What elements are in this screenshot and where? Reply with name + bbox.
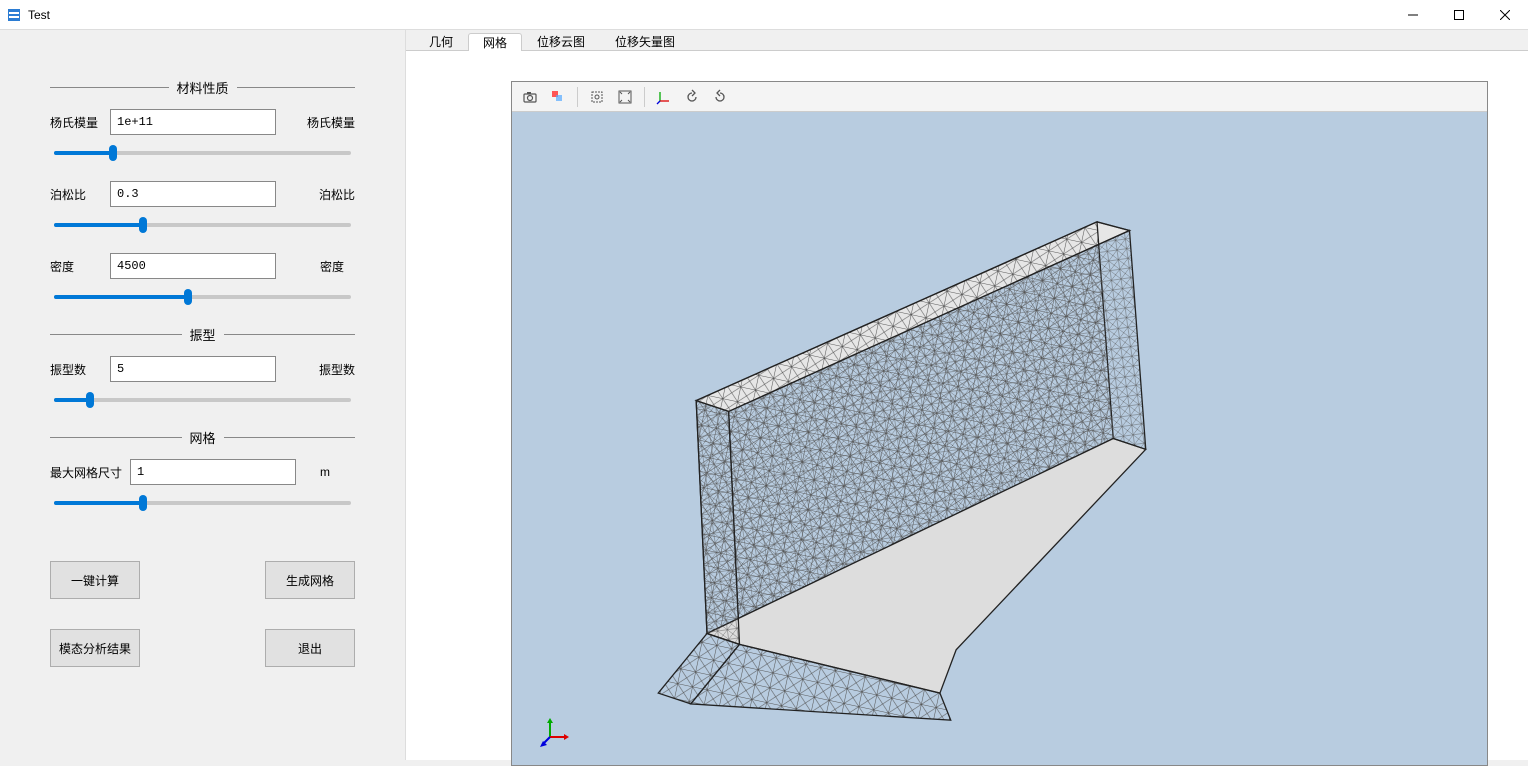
- tab-contour[interactable]: 位移云图: [522, 32, 600, 50]
- input-poisson[interactable]: [110, 181, 276, 207]
- suffix-density: 密度: [305, 258, 355, 275]
- zoom-area-icon[interactable]: [585, 85, 609, 109]
- window-title: Test: [28, 8, 1390, 22]
- input-max-mesh[interactable]: [130, 459, 296, 485]
- transparency-icon[interactable]: [546, 85, 570, 109]
- axis-triad-icon: [540, 717, 570, 747]
- slider-poisson[interactable]: [54, 215, 351, 233]
- rotate-right-icon[interactable]: [708, 85, 732, 109]
- tab-geometry[interactable]: 几何: [414, 32, 468, 50]
- suffix-poisson: 泊松比: [304, 186, 355, 203]
- section-mesh: 网格: [50, 428, 355, 447]
- viewport[interactable]: [511, 81, 1488, 766]
- label-density: 密度: [50, 258, 110, 275]
- gen-mesh-button[interactable]: 生成网格: [265, 561, 355, 599]
- input-youngs-modulus[interactable]: [110, 109, 276, 135]
- axes-icon[interactable]: [652, 85, 676, 109]
- content-area: 几何 网格 位移云图 位移矢量图: [405, 30, 1528, 760]
- tab-mesh[interactable]: 网格: [468, 33, 522, 51]
- side-panel: 材料性质 杨氏模量 杨氏模量 泊松比 泊松比 密度 密度 振型: [0, 30, 405, 760]
- camera-icon[interactable]: [518, 85, 542, 109]
- section-material: 材料性质: [50, 78, 355, 97]
- suffix-mode-count: 振型数: [304, 361, 355, 378]
- suffix-max-mesh: m: [305, 465, 355, 479]
- label-poisson: 泊松比: [50, 186, 110, 203]
- modal-results-button[interactable]: 模态分析结果: [50, 629, 140, 667]
- mesh-render: [512, 112, 1487, 765]
- input-mode-count[interactable]: [110, 356, 276, 382]
- title-bar: Test: [0, 0, 1528, 30]
- suffix-youngs-modulus: 杨氏模量: [292, 114, 355, 131]
- label-max-mesh: 最大网格尺寸: [50, 464, 130, 481]
- close-button[interactable]: [1482, 0, 1528, 30]
- maximize-button[interactable]: [1436, 0, 1482, 30]
- calc-button[interactable]: 一键计算: [50, 561, 140, 599]
- input-density[interactable]: [110, 253, 276, 279]
- label-youngs-modulus: 杨氏模量: [50, 114, 110, 131]
- section-mode: 振型: [50, 325, 355, 344]
- zoom-extents-icon[interactable]: [613, 85, 637, 109]
- rotate-left-icon[interactable]: [680, 85, 704, 109]
- label-mode-count: 振型数: [50, 361, 110, 378]
- slider-mode-count[interactable]: [54, 390, 351, 408]
- viewer-toolbar: [512, 82, 1487, 112]
- minimize-button[interactable]: [1390, 0, 1436, 30]
- slider-youngs-modulus[interactable]: [54, 143, 351, 161]
- slider-density[interactable]: [54, 287, 351, 305]
- tab-vector[interactable]: 位移矢量图: [600, 32, 690, 50]
- slider-max-mesh[interactable]: [54, 493, 351, 511]
- tab-bar: 几何 网格 位移云图 位移矢量图: [406, 30, 1528, 51]
- exit-button[interactable]: 退出: [265, 629, 355, 667]
- app-icon: [6, 7, 22, 23]
